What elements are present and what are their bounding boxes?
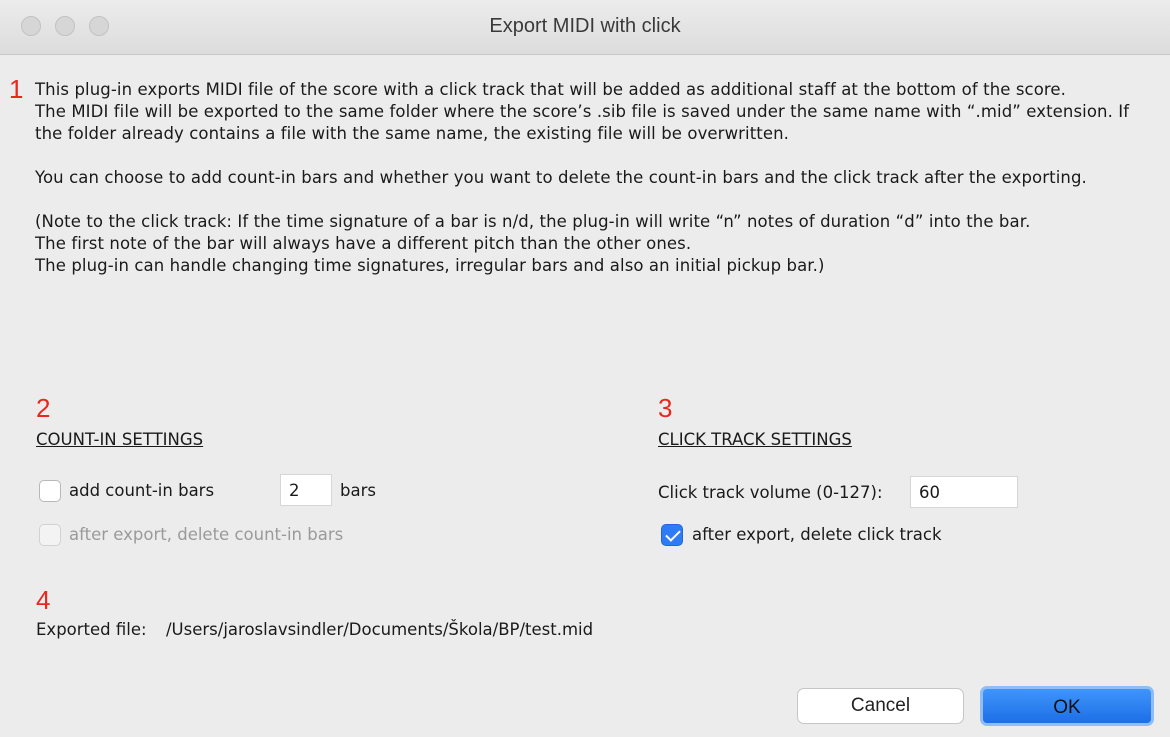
description-note-line-2: The first note of the bar will always ha…: [35, 234, 692, 253]
bars-unit-label: bars: [340, 481, 376, 500]
delete-click-track-checkbox[interactable]: [661, 524, 683, 546]
click-volume-input[interactable]: 60: [910, 476, 1018, 508]
delete-count-in-checkbox[interactable]: [39, 524, 61, 546]
marker-4: 4: [36, 585, 51, 615]
cancel-button[interactable]: Cancel: [797, 688, 964, 724]
description-text: This plug-in exports MIDI file of the sc…: [35, 79, 1140, 277]
marker-1: 1: [9, 74, 24, 104]
description-paragraph-1: This plug-in exports MIDI file of the sc…: [35, 80, 1067, 99]
window-title: Export MIDI with click: [489, 15, 681, 37]
exported-file-label: Exported file:: [36, 620, 147, 639]
delete-count-in-label: after export, delete count-in bars: [69, 525, 344, 544]
exported-file-path: /Users/jaroslavsindler/Documents/Škola/B…: [166, 620, 594, 639]
description-note-line-1: (Note to the click track: If the time si…: [35, 212, 1031, 231]
marker-3: 3: [658, 393, 673, 423]
add-count-in-label: add count-in bars: [69, 481, 215, 500]
description-paragraph-2: The MIDI file will be exported to the sa…: [35, 102, 1130, 143]
export-midi-dialog: Export MIDI with click 1 This plug-in ex…: [0, 0, 1170, 737]
count-in-bars-input[interactable]: 2: [280, 474, 332, 506]
ok-button[interactable]: OK: [980, 686, 1154, 726]
title-bar[interactable]: Export MIDI with click: [0, 0, 1170, 55]
delete-click-track-label: after export, delete click track: [692, 525, 942, 544]
marker-2: 2: [36, 393, 51, 423]
click-track-heading: CLICK TRACK SETTINGS: [658, 430, 852, 449]
description-note-line-3: The plug-in can handle changing time sig…: [35, 256, 825, 275]
add-count-in-checkbox[interactable]: [39, 480, 61, 502]
count-in-heading: COUNT-IN SETTINGS: [36, 430, 204, 449]
click-volume-label: Click track volume (0-127):: [658, 483, 883, 502]
description-paragraph-3: You can choose to add count-in bars and …: [35, 168, 1087, 187]
